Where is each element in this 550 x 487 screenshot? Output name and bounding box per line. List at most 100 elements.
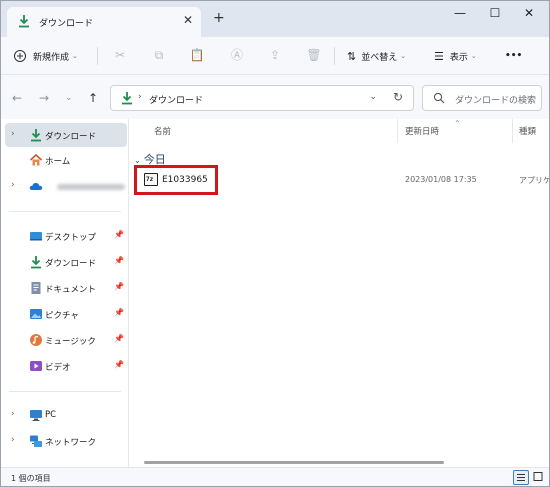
forward-icon[interactable]: → (39, 91, 49, 105)
sidebar-item-label: デスクトップ (45, 233, 97, 243)
download-icon (31, 129, 41, 142)
expand-chevron-icon[interactable]: › (11, 409, 15, 419)
maximize-icon[interactable]: ☐ (485, 6, 505, 24)
sort-button-label: 並べ替え (361, 52, 398, 63)
file-list: 名前 ⌃ 更新日時 種類 ⌄ 今日 7z E1033965 2023/01/08 … (130, 119, 549, 467)
sidebar-item-pc[interactable]: › PC (5, 403, 127, 427)
view-button-label: 表示 (449, 52, 468, 63)
sidebar-item-downloads-quick[interactable]: ダウンロード 📌 (5, 250, 127, 274)
view-icon: ☰ (434, 49, 444, 63)
document-icon (31, 282, 41, 294)
explorer-window: ダウンロード ✕ + — ☐ ✕ 新規作成 ⌄ ✂ ⧉ 📋 Ⓐ ⇪ 🗑 ⇅ 並べ… (0, 0, 550, 487)
sidebar-item-label: ピクチャ (45, 311, 79, 321)
close-window-icon[interactable]: ✕ (519, 6, 539, 24)
pin-icon: 📌 (114, 334, 124, 343)
address-dropdown-icon[interactable]: ⌄ (369, 92, 377, 102)
pictures-icon (30, 309, 42, 319)
add-circle-icon (14, 50, 26, 62)
sidebar-item-label: ネットワーク (45, 438, 97, 448)
column-divider[interactable] (512, 119, 513, 143)
new-button[interactable]: 新規作成 ⌄ (13, 47, 78, 65)
sidebar-item-pictures[interactable]: ピクチャ 📌 (5, 302, 127, 326)
tiles-view-icon (533, 472, 543, 481)
group-collapse-icon[interactable]: ⌄ (134, 156, 141, 165)
back-icon[interactable]: ← (12, 91, 22, 105)
column-header-type[interactable]: 種類 (519, 125, 536, 137)
sidebar-item-videos[interactable]: ビデオ 📌 (5, 354, 127, 378)
new-tab-icon[interactable]: + (213, 10, 225, 26)
minimize-icon[interactable]: — (450, 6, 470, 24)
toolbar-divider (334, 47, 335, 65)
search-input[interactable]: ダウンロードの検索 (455, 93, 536, 106)
recent-chevron-icon[interactable]: ⌄ (65, 93, 73, 103)
refresh-icon[interactable]: ↻ (393, 90, 403, 104)
sidebar-item-network[interactable]: › ネットワーク (5, 429, 127, 453)
sidebar-item-label: PC (45, 410, 57, 420)
sidebar-divider (9, 211, 121, 212)
home-icon (29, 153, 43, 166)
highlight-box (134, 165, 218, 195)
horizontal-scrollbar[interactable] (144, 461, 444, 464)
more-options-button[interactable]: ••• (505, 47, 522, 65)
sort-indicator-icon: ⌃ (454, 119, 461, 128)
delete-icon[interactable]: 🗑 (306, 47, 322, 63)
view-button[interactable]: ☰ 表示 ⌄ (434, 47, 477, 65)
command-bar: 新規作成 ⌄ ✂ ⧉ 📋 Ⓐ ⇪ 🗑 ⇅ 並べ替え ⌄ ☰ 表示 ⌄ ••• (1, 37, 549, 75)
search-icon (433, 92, 445, 104)
breadcrumb-chevron-icon[interactable]: › (138, 92, 142, 102)
sidebar-item-downloads[interactable]: › ダウンロード (5, 123, 127, 147)
sort-button[interactable]: ⇅ 並べ替え ⌄ (347, 47, 406, 65)
tab-close-icon[interactable]: ✕ (183, 13, 193, 27)
expand-chevron-icon[interactable]: › (11, 180, 15, 190)
toolbar-divider (97, 47, 98, 65)
up-icon[interactable]: ↑ (88, 91, 98, 105)
blurred-account-name (57, 184, 125, 190)
download-icon (19, 15, 29, 28)
status-bar: 1 個の項目 (1, 467, 549, 486)
video-icon (30, 361, 42, 371)
sidebar-item-home[interactable]: ホーム (5, 148, 127, 172)
breadcrumb[interactable]: ダウンロード (149, 93, 203, 106)
pin-icon: 📌 (114, 230, 124, 239)
tab-downloads[interactable]: ダウンロード ✕ (7, 7, 201, 37)
paste-icon[interactable]: 📋 (189, 47, 205, 63)
download-icon (122, 92, 132, 105)
sidebar-item-label: ダウンロード (45, 132, 97, 142)
new-button-label: 新規作成 (33, 52, 70, 63)
pin-icon: 📌 (114, 308, 124, 317)
copy-icon[interactable]: ⧉ (151, 47, 167, 63)
cut-icon[interactable]: ✂ (112, 47, 128, 63)
sidebar-item-onedrive[interactable]: › (5, 174, 127, 198)
search-box[interactable]: ダウンロードの検索 (422, 85, 542, 111)
share-icon[interactable]: ⇪ (267, 47, 283, 63)
sidebar-item-music[interactable]: ミュージック 📌 (5, 328, 127, 352)
tiles-view-button[interactable] (531, 470, 547, 485)
details-view-button[interactable] (513, 470, 529, 485)
file-type: アプリケ (519, 176, 550, 185)
music-icon (30, 334, 42, 346)
pin-icon: 📌 (114, 282, 124, 291)
sidebar-item-desktop[interactable]: デスクトップ 📌 (5, 224, 127, 248)
address-row: ← → ⌄ ↑ › ダウンロード ⌄ ↻ ダウンロードの検索 (1, 75, 549, 119)
tab-title: ダウンロード (39, 19, 94, 29)
column-divider[interactable] (397, 119, 398, 143)
expand-chevron-icon[interactable]: › (11, 435, 15, 445)
rename-icon[interactable]: Ⓐ (229, 47, 245, 63)
pin-icon: 📌 (114, 360, 124, 369)
sidebar-item-label: ドキュメント (45, 285, 97, 295)
sidebar-item-label: ミュージック (45, 337, 96, 347)
navigation-pane: › ダウンロード ホーム › デスクトップ 📌 ダウンロード 📌 ドキュメント … (1, 119, 129, 467)
desktop-icon (30, 232, 42, 241)
address-bar[interactable]: › ダウンロード ⌄ ↻ (110, 85, 414, 111)
sidebar-item-documents[interactable]: ドキュメント 📌 (5, 276, 127, 300)
column-header-date[interactable]: 更新日時 (405, 125, 439, 137)
file-date: 2023/01/08 17:35 (405, 175, 477, 184)
column-header-name[interactable]: 名前 (154, 125, 171, 137)
onedrive-icon (29, 182, 43, 190)
sidebar-divider (9, 391, 121, 392)
sidebar-item-label: ビデオ (45, 363, 71, 373)
expand-chevron-icon[interactable]: › (11, 129, 15, 139)
pc-icon (30, 410, 42, 421)
sidebar-item-label: ダウンロード (45, 259, 97, 269)
pin-icon: 📌 (114, 256, 124, 265)
